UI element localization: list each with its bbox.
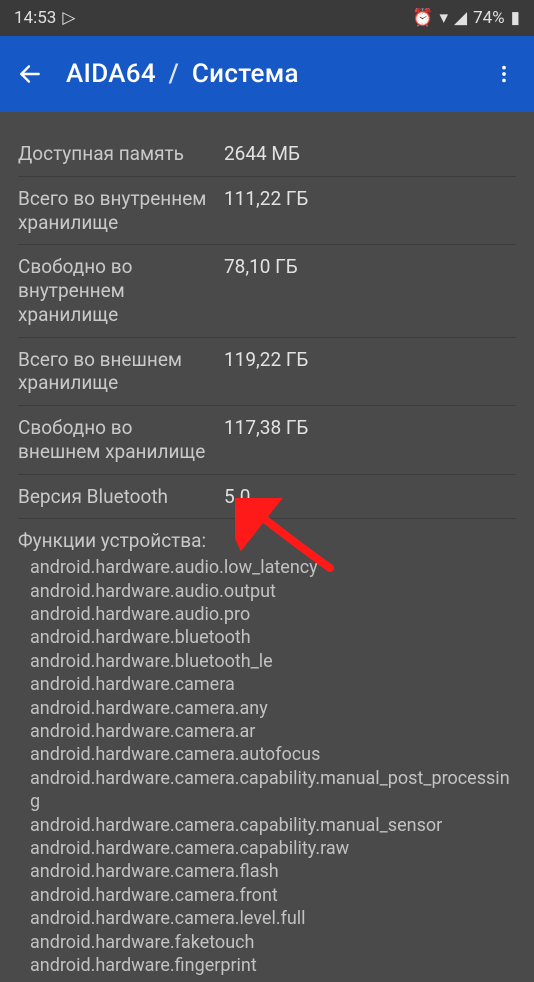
app-name: AIDA64 xyxy=(66,59,156,89)
wifi-icon: ▾ xyxy=(439,8,448,28)
page-name: Система xyxy=(192,59,299,89)
row-internal-total: Всего во внутреннем хранилище 111,22 ГБ xyxy=(18,177,516,246)
feature-item: android.hardware.camera.autofocus xyxy=(30,743,516,766)
label-external-free: Свободно во внешнем хранилище xyxy=(18,416,218,464)
value-external-total: 119,22 ГБ xyxy=(218,348,308,372)
label-external-total: Всего во внешнем хранилище xyxy=(18,348,218,396)
features-list: android.hardware.audio.low_latencyandroi… xyxy=(18,556,516,977)
feature-item: android.hardware.camera.capability.raw xyxy=(30,837,516,860)
value-internal-total: 111,22 ГБ xyxy=(218,187,308,211)
feature-item: android.hardware.audio.pro xyxy=(30,603,516,626)
row-external-total: Всего во внешнем хранилище 119,22 ГБ xyxy=(18,338,516,407)
row-external-free: Свободно во внешнем хранилище 117,38 ГБ xyxy=(18,406,516,475)
row-available-memory: Доступная память 2644 МБ xyxy=(18,132,516,177)
feature-item: android.hardware.faketouch xyxy=(30,931,516,954)
feature-item: android.hardware.camera.capability.manua… xyxy=(30,767,516,814)
title-slash: / xyxy=(169,59,179,89)
status-bar: 14:53 ▷ ⏰ ▾ ◢ 74% ▮ xyxy=(0,0,534,36)
more-vert-icon xyxy=(493,63,515,85)
overflow-menu-button[interactable] xyxy=(486,56,522,92)
value-internal-free: 78,10 ГБ xyxy=(218,255,298,279)
app-bar: AIDA64 / Система xyxy=(0,36,534,112)
feature-item: android.hardware.bluetooth_le xyxy=(30,650,516,673)
features-header: Функции устройства: xyxy=(18,519,516,556)
battery-icon: ▮ xyxy=(511,8,520,28)
feature-item: android.hardware.camera.front xyxy=(30,884,516,907)
value-bluetooth-version: 5.0 xyxy=(218,485,250,509)
label-internal-total: Всего во внутреннем хранилище xyxy=(18,187,218,235)
feature-item: android.hardware.camera xyxy=(30,673,516,696)
play-icon: ▷ xyxy=(62,8,75,28)
battery-text: 74% xyxy=(473,8,505,28)
feature-item: android.hardware.camera.capability.manua… xyxy=(30,814,516,837)
feature-item: android.hardware.bluetooth xyxy=(30,626,516,649)
feature-item: android.hardware.camera.ar xyxy=(30,720,516,743)
feature-item: android.hardware.audio.output xyxy=(30,580,516,603)
row-bluetooth-version: Версия Bluetooth 5.0 xyxy=(18,475,516,520)
feature-item: android.hardware.camera.level.full xyxy=(30,907,516,930)
feature-item: android.hardware.audio.low_latency xyxy=(30,556,516,579)
content[interactable]: Доступная память 2644 МБ Всего во внутре… xyxy=(0,112,534,977)
app-title: AIDA64 / Система xyxy=(66,59,468,89)
back-arrow-icon xyxy=(17,61,43,87)
label-internal-free: Свободно во внутреннем хранилище xyxy=(18,255,218,326)
value-external-free: 117,38 ГБ xyxy=(218,416,308,440)
alarm-icon: ⏰ xyxy=(412,8,433,28)
value-available-memory: 2644 МБ xyxy=(218,142,300,166)
label-available-memory: Доступная память xyxy=(18,142,218,166)
feature-item: android.hardware.fingerprint xyxy=(30,954,516,977)
feature-item: android.hardware.camera.any xyxy=(30,697,516,720)
status-right: ⏰ ▾ ◢ 74% ▮ xyxy=(412,8,520,28)
signal-icon: ◢ xyxy=(454,8,467,28)
status-left: 14:53 ▷ xyxy=(14,8,75,28)
feature-item: android.hardware.camera.flash xyxy=(30,860,516,883)
status-time: 14:53 xyxy=(14,8,56,28)
row-internal-free: Свободно во внутреннем хранилище 78,10 Г… xyxy=(18,245,516,337)
back-button[interactable] xyxy=(12,56,48,92)
label-bluetooth-version: Версия Bluetooth xyxy=(18,485,218,509)
